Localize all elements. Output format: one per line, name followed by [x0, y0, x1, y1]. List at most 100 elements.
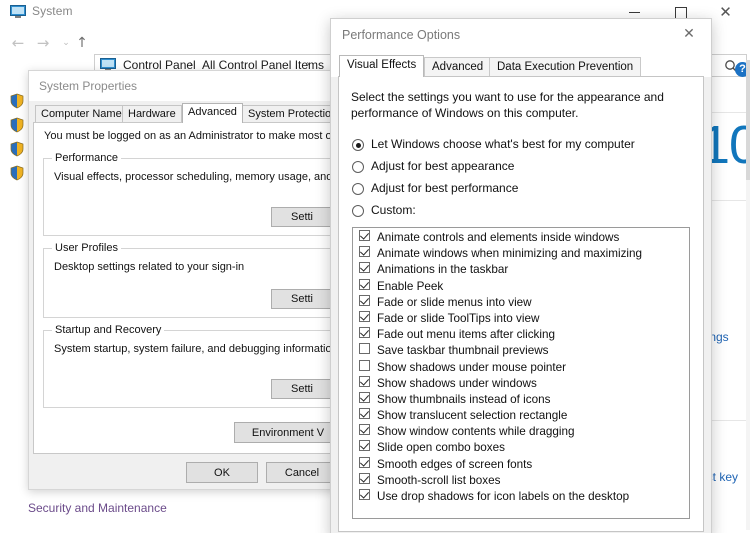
visual-effect-label: Use drop shadows for icon labels on the … — [377, 490, 630, 503]
visual-effect-item[interactable]: Show translucent selection rectangle — [353, 406, 689, 422]
group-description: System startup, system failure, and debu… — [54, 343, 338, 355]
checkbox-unchecked-icon[interactable] — [359, 343, 370, 355]
tab-dep[interactable]: Data Execution Prevention — [489, 57, 642, 77]
forward-button[interactable]: → — [33, 33, 53, 53]
visual-effect-item[interactable]: Smooth edges of screen fonts — [353, 455, 689, 471]
shield-icon[interactable] — [9, 117, 25, 133]
visual-effect-item[interactable]: Use drop shadows for icon labels on the … — [353, 487, 689, 503]
checkbox-checked-icon[interactable] — [359, 262, 370, 274]
radio-indicator — [352, 183, 364, 195]
visual-effect-label: Show shadows under mouse pointer — [377, 360, 567, 374]
checkbox-checked-icon[interactable] — [359, 489, 370, 500]
visual-effect-item[interactable]: Fade out menu items after clicking — [353, 325, 689, 341]
visual-effect-label: Show window contents while dragging — [377, 425, 575, 439]
shield-icon[interactable] — [9, 93, 25, 109]
visual-effect-item[interactable]: Show shadows under mouse pointer — [353, 358, 689, 374]
group-startup-and-recovery: Startup and Recovery System startup, sys… — [43, 324, 343, 408]
radio-label: Let Windows choose what's best for my co… — [371, 137, 635, 151]
visual-effect-label: Show thumbnails instead of icons — [377, 392, 551, 406]
checkbox-unchecked-icon[interactable] — [359, 359, 370, 371]
system-properties-titlebar: System Properties — [29, 71, 359, 102]
group-user-profiles: User Profiles Desktop settings related t… — [43, 242, 343, 318]
radio-indicator — [352, 205, 364, 217]
tab-advanced[interactable]: Advanced — [182, 103, 243, 123]
shield-icon[interactable] — [9, 165, 25, 181]
radio-label: Adjust for best performance — [371, 181, 519, 195]
performance-options-titlebar: Performance Options ✕ — [331, 19, 711, 51]
checkbox-checked-icon[interactable] — [359, 327, 370, 339]
performance-settings-button[interactable]: Setti — [271, 207, 333, 227]
checkbox-checked-icon[interactable] — [359, 391, 370, 403]
visual-effects-checkbox-list[interactable]: Animate controls and elements inside win… — [352, 227, 690, 519]
group-description: Visual effects, processor scheduling, me… — [54, 171, 360, 183]
checkbox-checked-icon[interactable] — [359, 424, 370, 436]
visual-effect-label: Animate controls and elements inside win… — [377, 231, 620, 244]
visual-effect-item[interactable]: Smooth-scroll list boxes — [353, 471, 689, 487]
up-button[interactable]: ↑ — [72, 33, 92, 53]
system-properties-body: You must be logged on as an Administrato… — [33, 122, 359, 454]
link-security-and-maintenance[interactable]: Security and Maintenance — [28, 501, 167, 515]
checkbox-checked-icon[interactable] — [359, 456, 370, 468]
visual-effect-label: Fade or slide menus into view — [377, 295, 532, 309]
vertical-scrollbar-thumb[interactable] — [746, 60, 750, 180]
checkbox-checked-icon[interactable] — [359, 230, 370, 241]
startup-recovery-settings-button[interactable]: Setti — [271, 379, 333, 399]
performance-options-dialog: Performance Options ✕ Visual Effects Adv… — [330, 18, 712, 533]
visual-effect-item[interactable]: Enable Peek — [353, 277, 689, 293]
tab-computer-name[interactable]: Computer Name — [35, 105, 128, 123]
user-profiles-settings-button[interactable]: Setti — [271, 289, 333, 309]
cancel-button[interactable]: Cancel — [266, 462, 338, 483]
visual-effect-item[interactable]: Slide open combo boxes — [353, 438, 689, 454]
back-button[interactable]: ← — [8, 33, 28, 53]
checkbox-checked-icon[interactable] — [359, 246, 370, 258]
visual-effect-label: Save taskbar thumbnail previews — [377, 344, 549, 358]
visual-effect-item[interactable]: Fade or slide ToolTips into view — [353, 309, 689, 325]
tab-hardware[interactable]: Hardware — [122, 105, 182, 123]
tab-system-protection[interactable]: System Protection — [242, 105, 344, 123]
radio-indicator — [352, 139, 364, 151]
tab-advanced[interactable]: Advanced — [424, 57, 492, 77]
navigation-pane — [0, 60, 30, 510]
checkbox-checked-icon[interactable] — [359, 294, 370, 306]
close-icon[interactable]: ✕ — [667, 19, 711, 49]
checkbox-checked-icon[interactable] — [359, 408, 370, 420]
visual-effect-item[interactable]: Save taskbar thumbnail previews — [353, 341, 689, 357]
group-performance: Performance Visual effects, processor sc… — [43, 152, 359, 236]
visual-effect-item[interactable]: Animate windows when minimizing and maxi… — [353, 244, 689, 260]
group-title: Startup and Recovery — [52, 324, 165, 336]
visual-effect-label: Show translucent selection rectangle — [377, 409, 568, 423]
screen: System ✕ ← → ⌄ ↑ › Control Panel › All C… — [0, 0, 750, 533]
visual-effect-item[interactable]: Fade or slide menus into view — [353, 293, 689, 309]
visual-effect-item[interactable]: Animations in the taskbar — [353, 260, 689, 276]
system-properties-dialog: System Properties Computer Name Hardware… — [28, 70, 360, 490]
environment-variables-button[interactable]: Environment V — [234, 422, 342, 443]
visual-effect-label: Smooth edges of screen fonts — [377, 457, 533, 471]
admin-note: You must be logged on as an Administrato… — [44, 130, 360, 142]
system-properties-tabstrip: Computer Name Hardware Advanced System P… — [29, 101, 359, 123]
visual-effect-item[interactable]: Show shadows under windows — [353, 374, 689, 390]
visual-effect-item[interactable]: Show window contents while dragging — [353, 422, 689, 438]
visual-effect-item[interactable]: Animate controls and elements inside win… — [353, 228, 689, 244]
tab-visual-effects[interactable]: Visual Effects — [339, 55, 425, 77]
intro-text: Select the settings you want to use for … — [351, 90, 664, 120]
checkbox-checked-icon[interactable] — [359, 278, 370, 290]
shield-icon[interactable] — [9, 141, 25, 157]
visual-effect-label: Smooth-scroll list boxes — [377, 473, 501, 487]
checkbox-checked-icon[interactable] — [359, 310, 370, 322]
visual-effect-label: Animations in the taskbar — [377, 263, 509, 277]
checkbox-checked-icon[interactable] — [359, 472, 370, 484]
dialog-title: Performance Options — [342, 28, 461, 42]
visual-effect-label: Slide open combo boxes — [377, 441, 505, 455]
window-title: System — [32, 4, 73, 18]
radio-label: Adjust for best appearance — [371, 159, 515, 173]
checkbox-checked-icon[interactable] — [359, 440, 370, 452]
visual-effect-item[interactable]: Show thumbnails instead of icons — [353, 390, 689, 406]
performance-options-tabstrip: Visual Effects Advanced Data Execution P… — [331, 51, 711, 77]
ok-button[interactable]: OK — [186, 462, 258, 483]
group-description: Desktop settings related to your sign-in — [54, 261, 245, 273]
radio-indicator — [352, 161, 364, 173]
visual-effect-label: Fade or slide ToolTips into view — [377, 311, 540, 325]
checkbox-checked-icon[interactable] — [359, 375, 370, 387]
computer-icon — [10, 5, 26, 19]
visual-effect-label: Animate windows when minimizing and maxi… — [377, 247, 643, 261]
